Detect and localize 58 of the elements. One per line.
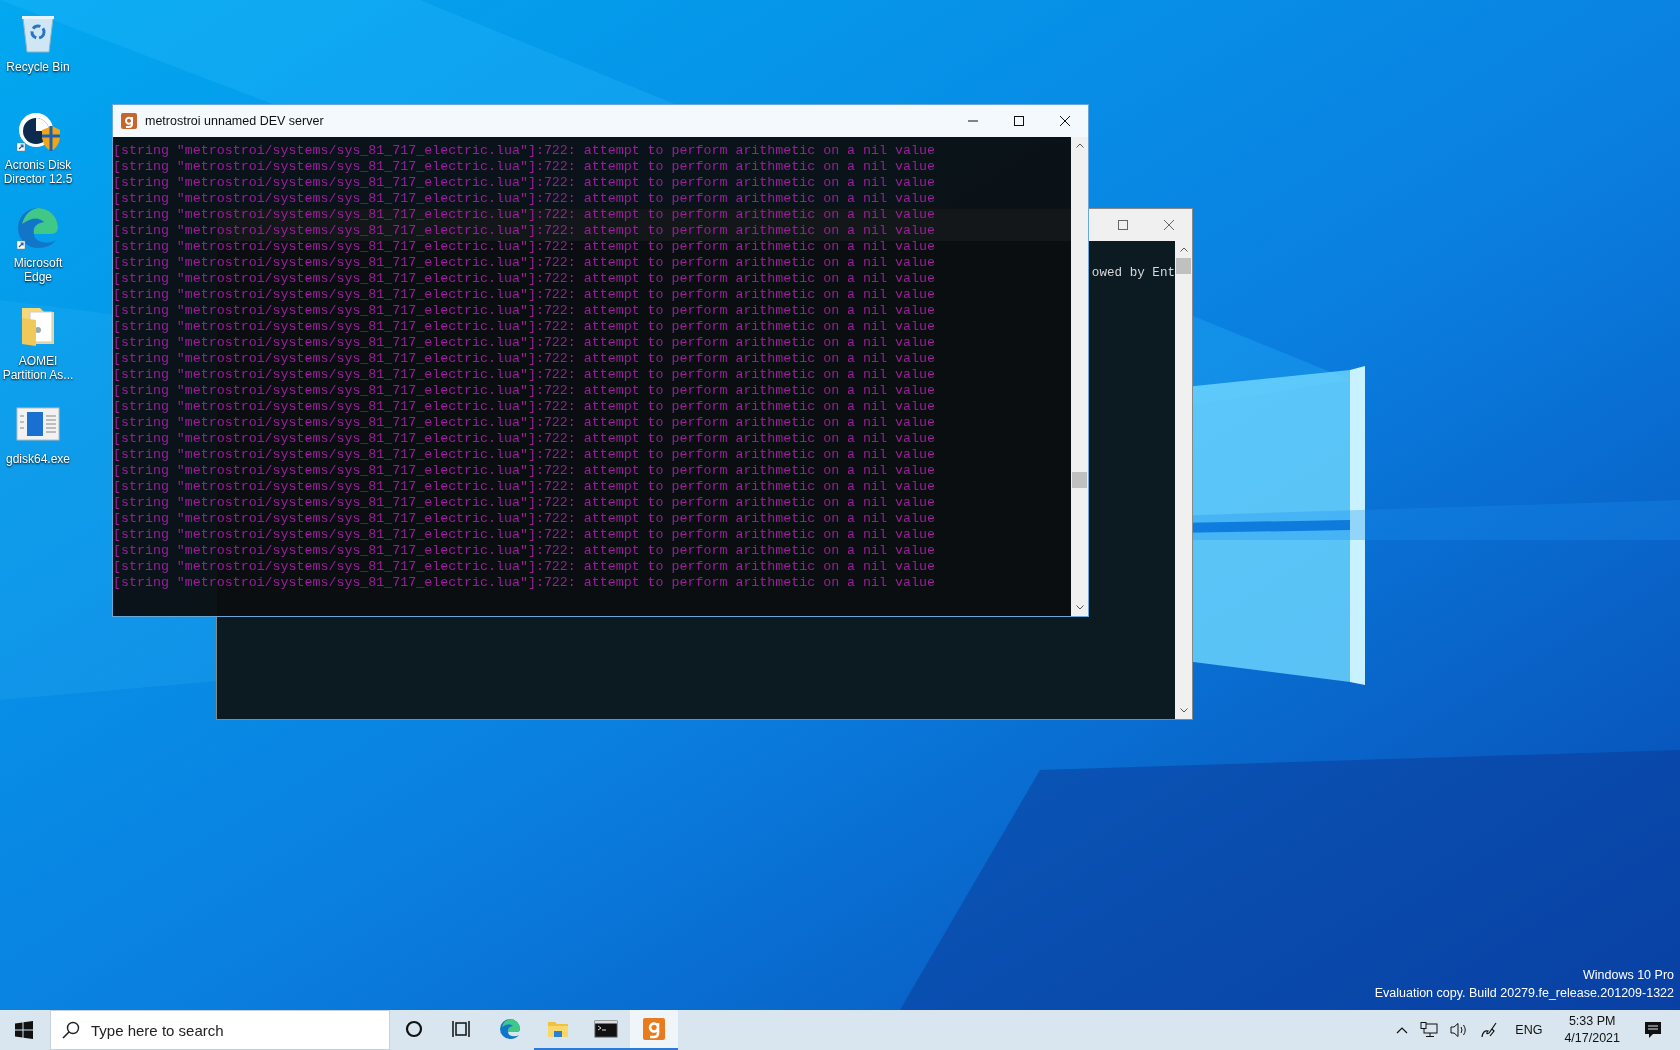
console-line: [string "metrostroi/systems/sys_81_717_electric.lua"]:722: attempt to perform arithmetic on a nil value: [113, 511, 936, 527]
close-icon: [1060, 116, 1070, 126]
console-line: [string "metrostroi/systems/sys_81_717_electric.lua"]:722: attempt to perform arithmetic on a nil value: [113, 159, 936, 175]
console-line: [string "metrostroi/systems/sys_81_717_electric.lua"]:722: attempt to perform arithmetic on a nil value: [113, 191, 936, 207]
console-line: [string "metrostroi/systems/sys_81_717_electric.lua"]:722: attempt to perform arithmetic on a nil value: [113, 431, 936, 447]
scrollbar[interactable]: [1175, 241, 1192, 719]
console-line: [string "metrostroi/systems/sys_81_717_electric.lua"]:722: attempt to perform arithmetic on a nil value: [113, 143, 936, 159]
search-field[interactable]: Type here to search: [50, 1010, 390, 1050]
console-line: [string "metrostroi/systems/sys_81_717_electric.lua"]:722: attempt to perform arithmetic on a nil value: [113, 447, 936, 463]
console-line: [string "metrostroi/systems/sys_81_717_electric.lua"]:722: attempt to perform arithmetic on a nil value: [113, 287, 936, 303]
console-line: [string "metrostroi/systems/sys_81_717_electric.lua"]:722: attempt to perform arithmetic on a nil value: [113, 207, 936, 223]
console-line: [string "metrostroi/systems/sys_81_717_electric.lua"]:722: attempt to perform arithmetic on a nil value: [113, 367, 936, 383]
clock[interactable]: 5:33 PM 4/17/2021: [1556, 1013, 1628, 1047]
edge-icon: [498, 1017, 522, 1041]
search-icon: [62, 1021, 80, 1039]
scroll-down-icon[interactable]: [1179, 708, 1188, 713]
console-line: [string "metrostroi/systems/sys_81_717_electric.lua"]:722: attempt to perform arithmetic on a nil value: [113, 319, 936, 335]
scroll-up-icon[interactable]: [1075, 143, 1084, 148]
gmod-icon: [121, 113, 137, 129]
console-line: [string "metrostroi/systems/sys_81_717_electric.lua"]:722: attempt to perform arithmetic on a nil value: [113, 303, 936, 319]
console-line: [string "metrostroi/systems/sys_81_717_electric.lua"]:722: attempt to perform arithmetic on a nil value: [113, 239, 936, 255]
console-line: [string "metrostroi/systems/sys_81_717_electric.lua"]:722: attempt to perform arithmetic on a nil value: [113, 543, 936, 559]
console-line: [string "metrostroi/systems/sys_81_717_electric.lua"]:722: attempt to perform arithmetic on a nil value: [113, 383, 936, 399]
maximize-icon: [1118, 220, 1128, 230]
console-line: [string "metrostroi/systems/sys_81_717_electric.lua"]:722: attempt to perform arithmetic on a nil value: [113, 351, 936, 367]
console-line: [string "metrostroi/systems/sys_81_717_electric.lua"]:722: attempt to perform arithmetic on a nil value: [113, 463, 936, 479]
console-line: [string "metrostroi/systems/sys_81_717_electric.lua"]:722: attempt to perform arithmetic on a nil value: [113, 223, 936, 239]
scroll-up-icon[interactable]: [1179, 247, 1188, 252]
console-line: [string "metrostroi/systems/sys_81_717_electric.lua"]:722: attempt to perform arithmetic on a nil value: [113, 335, 936, 351]
desktop-icon-label[interactable]: gdisk64.exe: [0, 452, 76, 466]
desktop-icon-label[interactable]: Acronis Disk Director 12.5: [0, 158, 76, 186]
console-line: [string "metrostroi/systems/sys_81_717_electric.lua"]:722: attempt to perform arithmetic on a nil value: [113, 495, 936, 511]
language-indicator[interactable]: ENG: [1507, 1023, 1551, 1037]
desktop-icon-label[interactable]: AOMEI Partition As...: [0, 354, 76, 382]
scrollbar[interactable]: [1071, 137, 1088, 616]
console-line: [string "metrostroi/systems/sys_81_717_electric.lua"]:722: attempt to perform arithmetic on a nil value: [113, 271, 936, 287]
window-title: metrostroi unnamed DEV server: [145, 114, 324, 128]
console-line: [string "metrostroi/systems/sys_81_717_electric.lua"]:722: attempt to perform arithmetic on a nil value: [113, 175, 936, 191]
console-line: [string "metrostroi/systems/sys_81_717_electric.lua"]:722: attempt to perform arithmetic on a nil value: [113, 399, 936, 415]
console-line: [string "metrostroi/systems/sys_81_717_electric.lua"]:722: attempt to perform arithmetic on a nil value: [113, 415, 936, 431]
maximize-icon: [1014, 116, 1024, 126]
console-line: [string "metrostroi/systems/sys_81_717_electric.lua"]:722: attempt to perform arithmetic on a nil value: [113, 527, 936, 543]
console-line: [string "metrostroi/systems/sys_81_717_electric.lua"]:722: attempt to perform arithmetic on a nil value: [113, 559, 936, 575]
build-text: Evaluation copy. Build 20279.fe_release.201209-1322: [1374, 985, 1674, 1002]
gmod-icon: [642, 1017, 666, 1041]
scroll-thumb[interactable]: [1072, 472, 1087, 488]
scroll-down-icon[interactable]: [1075, 605, 1084, 610]
console-line: [string "metrostroi/systems/sys_81_717_electric.lua"]:722: attempt to perform arithmetic on a nil value: [113, 255, 936, 271]
desktop-icon-label[interactable]: Microsoft Edge: [0, 256, 76, 284]
windows-logo-icon: [15, 1021, 33, 1039]
console-line: [string "metrostroi/systems/sys_81_717_electric.lua"]:722: attempt to perform arithmetic on a nil value: [113, 575, 936, 591]
terminal-icon: [594, 1017, 618, 1041]
scroll-thumb[interactable]: [1176, 258, 1191, 274]
console-line: [string "metrostroi/systems/sys_81_717_electric.lua"]:722: attempt to perform arithmetic on a nil value: [113, 479, 936, 495]
console-line: owed by Ent: [1091, 265, 1175, 281]
edition-text: Windows 10 Pro: [1583, 967, 1674, 984]
desktop-icon-label[interactable]: Recycle Bin: [0, 60, 76, 74]
close-icon: [1164, 220, 1174, 230]
